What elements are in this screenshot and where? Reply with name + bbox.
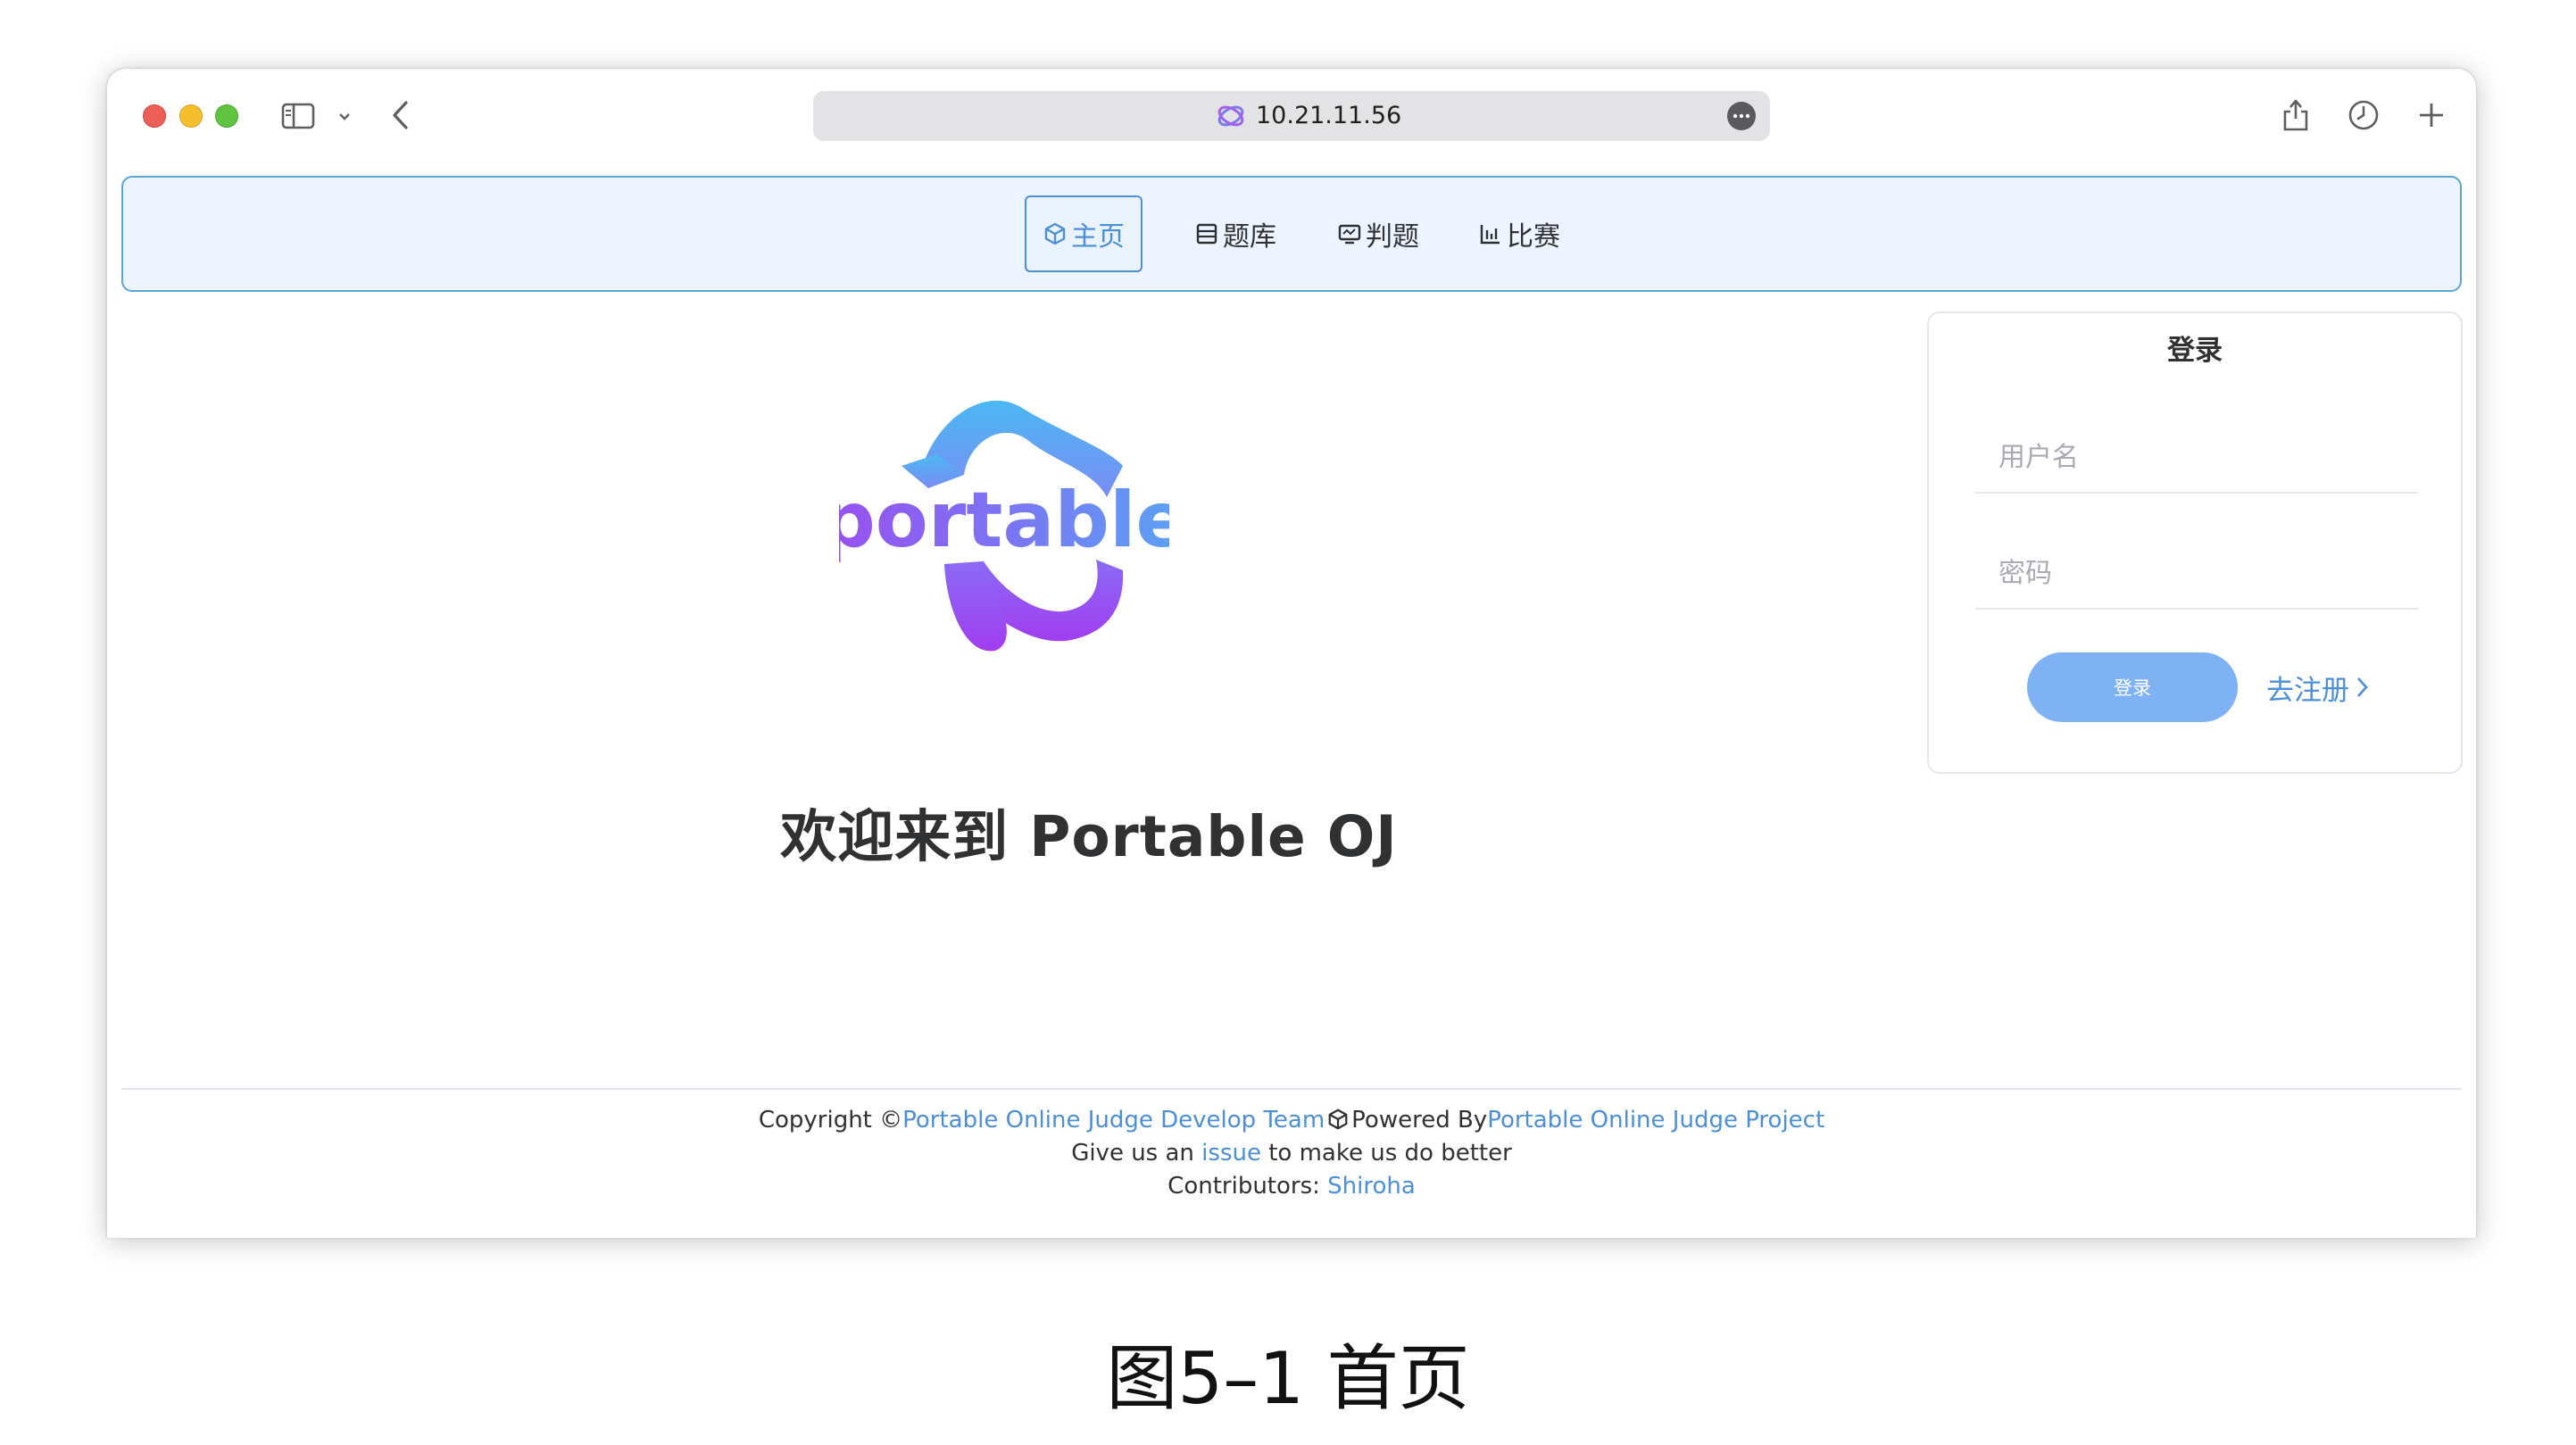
address-bar[interactable]: 10.21.11.56 (813, 91, 1770, 141)
sidebar-toggle-icon[interactable] (280, 101, 316, 131)
back-arrow-icon[interactable] (386, 97, 416, 133)
project-link[interactable]: Portable Online Judge Project (1487, 1107, 1824, 1134)
portable-logo: portable (820, 372, 1188, 667)
powered-by-label: Powered By (1351, 1107, 1488, 1134)
nav-item-label: 比赛 (1507, 221, 1560, 253)
url-text: 10.21.11.56 (1256, 102, 1402, 129)
zoom-window-button[interactable] (215, 104, 238, 128)
footer-divider (121, 1088, 2462, 1090)
nav-item-home[interactable]: 主页 (1025, 195, 1143, 272)
history-clock-icon[interactable] (2346, 97, 2381, 133)
browser-window: 10.21.11.56 主页 题库 判题 比赛 ortabl 欢迎来到 Port… (106, 68, 2477, 1238)
copyright-prefix: Copyright © (758, 1107, 903, 1134)
figure-caption: 图5–1 首页 (1106, 1337, 1470, 1420)
monitor-icon (1338, 224, 1361, 245)
close-window-button[interactable] (143, 104, 166, 128)
footer-copyright: Copyright ©Portable Online Judge Develop… (107, 1107, 2476, 1134)
username-input[interactable] (1975, 422, 2418, 492)
login-button[interactable]: 登录 (2027, 652, 2238, 722)
nav-item-judge[interactable]: 判题 (1334, 195, 1423, 272)
logo-wordmark: portable (839, 476, 1169, 565)
footer-contributors: Contributors: Shiroha (107, 1173, 2476, 1200)
nav-item-label: 主页 (1071, 221, 1125, 253)
more-icon[interactable] (1727, 102, 1756, 130)
trophy-chart-icon (1480, 225, 1500, 245)
username-field (1975, 422, 2418, 494)
footer-issue: Give us an issue to make us do better (107, 1140, 2476, 1167)
register-link[interactable]: 去注册 (2266, 663, 2369, 711)
minimize-window-button[interactable] (179, 104, 203, 128)
contributors-prefix: Contributors: (1168, 1173, 1328, 1200)
chevron-down-icon[interactable] (336, 108, 353, 126)
site-logo-icon (1215, 100, 1247, 132)
issue-link[interactable]: issue (1201, 1140, 1261, 1167)
cube-icon (1044, 222, 1066, 245)
top-nav: 主页 题库 判题 比赛 (121, 176, 2462, 292)
welcome-heading: 欢迎来到 Portable OJ (780, 804, 1398, 869)
team-link[interactable]: Portable Online Judge Develop Team (902, 1107, 1325, 1134)
cube-icon (1328, 1109, 1348, 1130)
register-label: 去注册 (2266, 674, 2349, 707)
nav-item-problems[interactable]: 题库 (1191, 195, 1280, 272)
password-input[interactable] (1975, 538, 2418, 608)
login-title: 登录 (2167, 335, 2223, 367)
login-card: 登录 登录 去注册 (1927, 311, 2463, 774)
contributor-link[interactable]: Shiroha (1327, 1173, 1416, 1200)
nav-item-label: 判题 (1366, 221, 1419, 253)
database-icon (1196, 223, 1217, 245)
share-icon[interactable] (2280, 94, 2312, 135)
issue-suffix: to make us do better (1260, 1140, 1512, 1167)
browser-toolbar: 10.21.11.56 (107, 69, 2476, 167)
chevron-right-icon (2357, 677, 2368, 697)
nav-item-contest[interactable]: 比赛 (1475, 195, 1564, 272)
new-tab-plus-icon[interactable] (2414, 97, 2449, 133)
issue-prefix: Give us an (1071, 1140, 1202, 1167)
password-field (1975, 538, 2418, 610)
nav-item-label: 题库 (1223, 221, 1276, 253)
